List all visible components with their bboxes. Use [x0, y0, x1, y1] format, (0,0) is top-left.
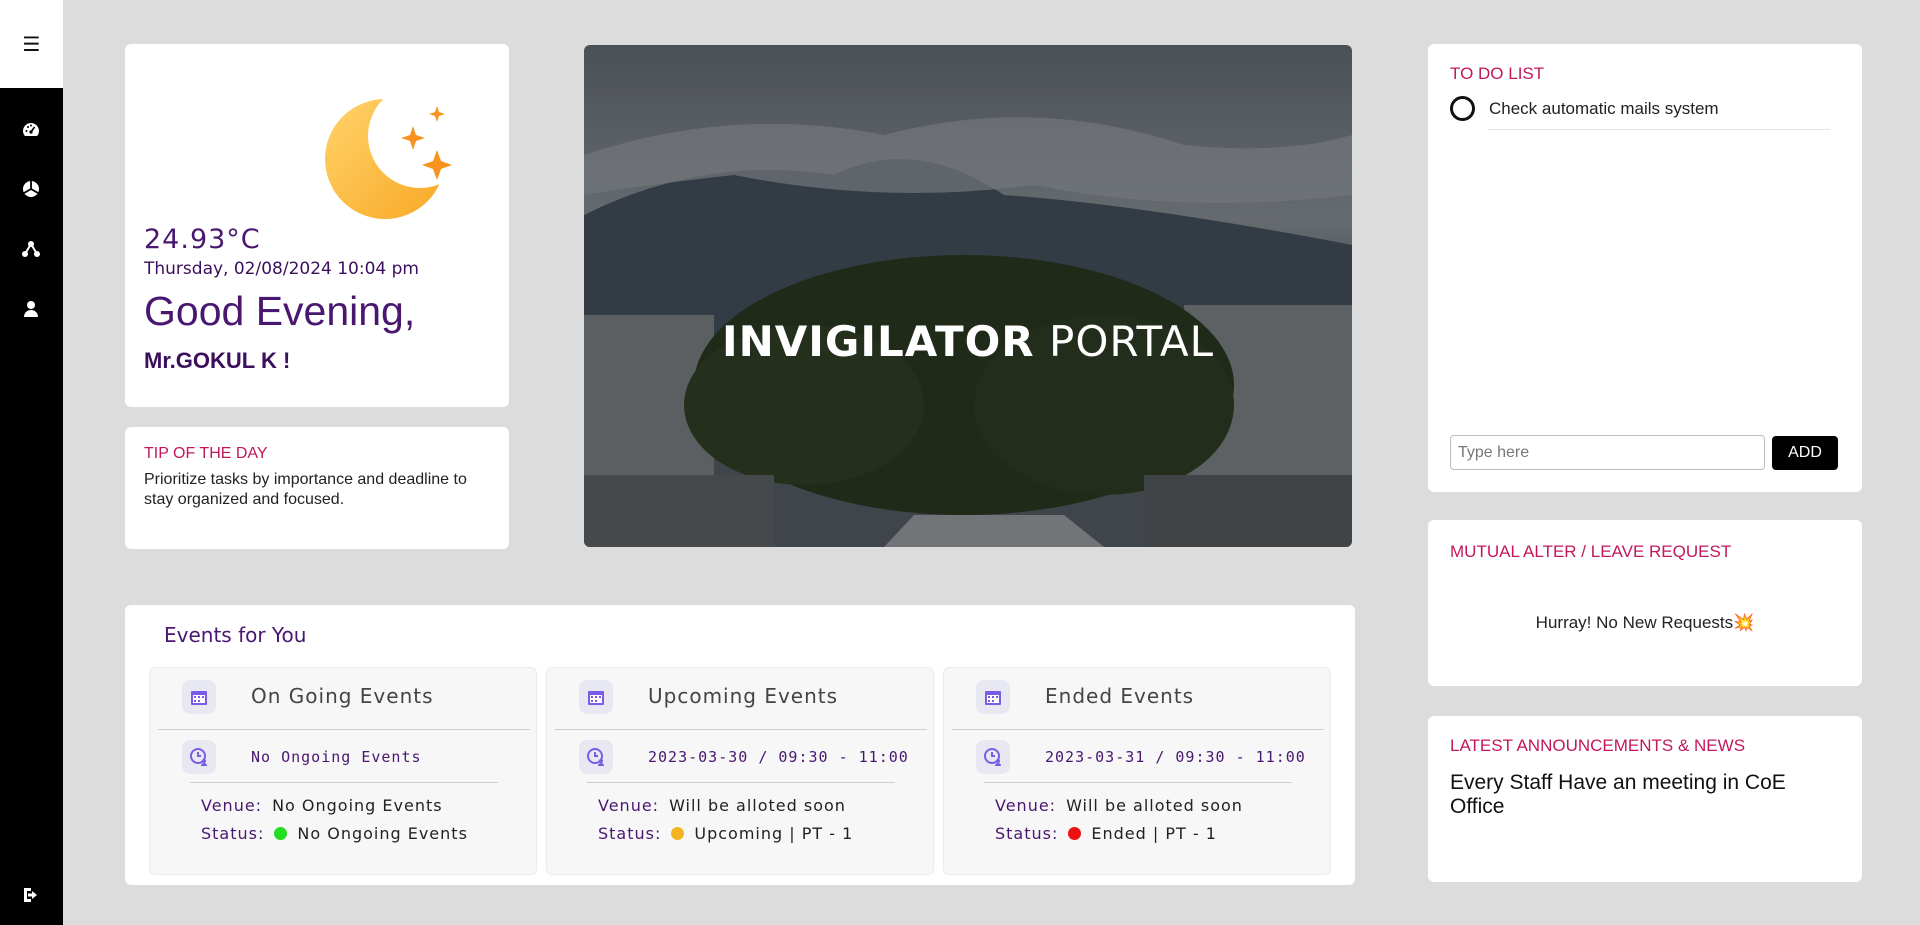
event-venue: Venue: No Ongoing Events	[201, 796, 443, 815]
event-status: Status: No Ongoing Events	[201, 824, 468, 843]
current-datetime: Thursday, 02/08/2024 10:04 pm	[144, 259, 419, 279]
calendar-icon	[976, 680, 1010, 714]
todo-input[interactable]	[1450, 435, 1765, 470]
greeting-card: 24.93°C Thursday, 02/08/2024 10:04 pm Go…	[125, 44, 509, 407]
divider	[190, 782, 498, 783]
hamburger-menu-button[interactable]: ☰	[0, 0, 63, 88]
ended-events-column: Ended Events 2023-03-31 / 09:30 - 11:00 …	[943, 667, 1331, 875]
portal-title: INVIGILATOR PORTAL	[584, 317, 1352, 366]
logout-icon[interactable]	[20, 884, 42, 906]
event-venue: Venue: Will be alloted soon	[598, 796, 846, 815]
status-value: No Ongoing Events	[297, 824, 468, 843]
calendar-icon	[579, 680, 613, 714]
status-dot	[671, 827, 685, 840]
announcement-text: Every Staff Have an meeting in CoE Offic…	[1450, 771, 1786, 818]
tip-text: Prioritize tasks by importance and deadl…	[144, 471, 467, 508]
column-heading: Upcoming Events	[648, 684, 839, 708]
status-label: Status:	[995, 824, 1059, 843]
network-icon[interactable]	[20, 238, 42, 260]
event-datetime: 2023-03-30 / 09:30 - 11:00	[648, 748, 909, 766]
clock-user-icon	[579, 740, 613, 774]
events-title: Events for You	[164, 623, 307, 647]
campus-photo	[584, 45, 1352, 547]
calendar-icon	[182, 680, 216, 714]
event-status: Status: Upcoming | PT - 1	[598, 824, 853, 843]
add-todo-button[interactable]: ADD	[1772, 436, 1838, 470]
status-label: Status:	[598, 824, 662, 843]
greeting-text: Good Evening,	[144, 288, 416, 334]
moon-stars-icon	[325, 84, 472, 224]
event-venue: Venue: Will be alloted soon	[995, 796, 1243, 815]
todo-item: Check automatic mails system	[1450, 96, 1719, 121]
status-dot	[1068, 827, 1082, 840]
divider	[587, 782, 895, 783]
venue-value: Will be alloted soon	[669, 796, 846, 815]
column-heading: Ended Events	[1045, 684, 1195, 708]
ongoing-events-column: On Going Events No Ongoing Events Venue:…	[149, 667, 537, 875]
event-status: Status: Ended | PT - 1	[995, 824, 1217, 843]
tip-of-the-day-card: TIP OF THE DAY Prioritize tasks by impor…	[125, 427, 509, 549]
events-card: Events for You On Going Events No Ongoin…	[125, 605, 1355, 885]
todo-complete-radio[interactable]	[1450, 96, 1475, 121]
sidebar: ☰	[0, 0, 63, 925]
announcements-title: LATEST ANNOUNCEMENTS & NEWS	[1450, 736, 1746, 755]
event-datetime: No Ongoing Events	[251, 748, 422, 766]
todo-item-text: Check automatic mails system	[1489, 98, 1719, 118]
portal-title-light: PORTAL	[1034, 317, 1215, 366]
portal-banner: INVIGILATOR PORTAL	[584, 45, 1352, 547]
leave-request-title: MUTUAL ALTER / LEAVE REQUEST	[1450, 542, 1732, 561]
venue-label: Venue:	[201, 796, 263, 815]
venue-label: Venue:	[598, 796, 660, 815]
divider	[1488, 129, 1830, 130]
divider	[984, 782, 1292, 783]
dashboard-icon[interactable]	[20, 119, 42, 141]
tip-title: TIP OF THE DAY	[144, 445, 268, 462]
status-label: Status:	[201, 824, 265, 843]
upcoming-events-column: Upcoming Events 2023-03-30 / 09:30 - 11:…	[546, 667, 934, 875]
venue-value: Will be alloted soon	[1066, 796, 1243, 815]
venue-label: Venue:	[995, 796, 1057, 815]
status-dot	[274, 827, 288, 840]
temperature: 24.93°C	[144, 224, 261, 255]
user-name: Mr.GOKUL K !	[144, 348, 291, 373]
pie-chart-icon[interactable]	[20, 178, 42, 200]
venue-value: No Ongoing Events	[272, 796, 443, 815]
event-datetime: 2023-03-31 / 09:30 - 11:00	[1045, 748, 1306, 766]
column-heading: On Going Events	[251, 684, 434, 708]
clock-user-icon	[976, 740, 1010, 774]
leave-request-message: Hurray! No New Requests💥	[1535, 613, 1755, 632]
leave-request-card: MUTUAL ALTER / LEAVE REQUEST Hurray! No …	[1428, 520, 1862, 686]
todo-list-card: TO DO LIST Check automatic mails system …	[1428, 44, 1862, 492]
clock-user-icon	[182, 740, 216, 774]
portal-title-bold: INVIGILATOR	[721, 317, 1035, 366]
announcements-card: LATEST ANNOUNCEMENTS & NEWS Every Staff …	[1428, 716, 1862, 882]
status-value: Upcoming | PT - 1	[694, 824, 854, 843]
user-icon[interactable]	[20, 298, 42, 320]
status-value: Ended | PT - 1	[1091, 824, 1217, 843]
todo-title: TO DO LIST	[1450, 64, 1545, 83]
